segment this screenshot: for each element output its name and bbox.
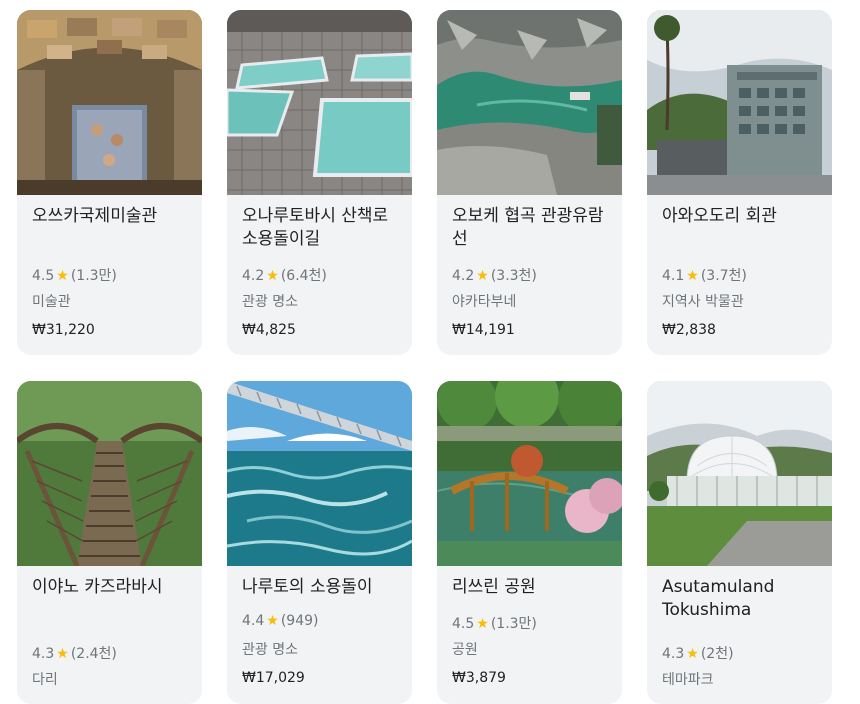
- star-icon: ★: [56, 646, 69, 662]
- place-card[interactable]: 오쓰카국제미술관 4.5 ★ (1.3만) 미술관 ₩31,220: [17, 10, 202, 355]
- place-card[interactable]: 오보케 협곡 관광유람선 4.2 ★ (3.3천) 야카타부네 ₩14,191: [437, 10, 622, 355]
- place-photo: [227, 381, 412, 566]
- place-photo: [227, 10, 412, 195]
- star-icon: ★: [266, 268, 279, 284]
- rating-row: 4.1 ★ (3.7천): [662, 265, 747, 285]
- place-title: 리쓰린 공원: [452, 577, 536, 597]
- place-category: 미술관: [32, 294, 71, 310]
- rating-row: 4.5 ★ (1.3만): [452, 613, 537, 633]
- place-title: 아와오도리 회관: [662, 206, 777, 226]
- star-icon: ★: [266, 613, 279, 629]
- rating-row: 4.4 ★ (949): [242, 613, 318, 629]
- place-title: 오쓰카국제미술관: [32, 206, 158, 226]
- star-icon: ★: [476, 616, 489, 632]
- place-card[interactable]: 나루토의 소용돌이 4.4 ★ (949) 관광 명소 ₩17,029: [227, 381, 412, 704]
- place-photo: [647, 381, 832, 566]
- star-icon: ★: [686, 646, 699, 662]
- place-category: 다리: [32, 672, 58, 688]
- place-photo: [437, 381, 622, 566]
- place-card[interactable]: 리쓰린 공원 4.5 ★ (1.3만) 공원 ₩3,879: [437, 381, 622, 704]
- review-count: (2천): [700, 646, 734, 662]
- place-price: ₩14,191: [452, 322, 515, 338]
- review-count: (1.3만): [490, 616, 537, 632]
- place-photo: [437, 10, 622, 195]
- rating-value: 4.5: [452, 616, 475, 632]
- review-count: (3.3천): [490, 268, 537, 284]
- place-category: 관광 명소: [242, 294, 298, 310]
- place-price: ₩17,029: [242, 670, 305, 686]
- place-photo: [17, 10, 202, 195]
- review-count: (2.4천): [70, 646, 117, 662]
- review-count: (3.7천): [700, 268, 747, 284]
- star-icon: ★: [56, 268, 69, 284]
- place-price: ₩4,825: [242, 322, 296, 338]
- rating-value: 4.2: [452, 268, 475, 284]
- place-title: Asutamuland Tokushima: [662, 577, 775, 620]
- place-title: 나루토의 소용돌이: [242, 577, 373, 597]
- place-card[interactable]: Asutamuland Tokushima 4.3 ★ (2천) 테마파크: [647, 381, 832, 704]
- rating-value: 4.3: [662, 646, 685, 662]
- star-icon: ★: [686, 268, 699, 284]
- rating-row: 4.3 ★ (2천): [662, 643, 734, 663]
- rating-value: 4.4: [242, 613, 265, 629]
- rating-value: 4.1: [662, 268, 685, 284]
- place-photo: [17, 381, 202, 566]
- place-category: 지역사 박물관: [662, 294, 744, 310]
- place-photo: [647, 10, 832, 195]
- place-category: 관광 명소: [242, 642, 298, 658]
- review-count: (1.3만): [70, 268, 117, 284]
- place-title: 오나루토바시 산책로 소용돌이길: [242, 206, 389, 249]
- star-icon: ★: [476, 268, 489, 284]
- rating-value: 4.5: [32, 268, 55, 284]
- place-card[interactable]: 오나루토바시 산책로 소용돌이길 4.2 ★ (6.4천) 관광 명소 ₩4,825: [227, 10, 412, 355]
- rating-row: 4.2 ★ (3.3천): [452, 265, 537, 285]
- place-category: 야카타부네: [452, 294, 517, 310]
- place-category: 테마파크: [662, 672, 714, 688]
- rating-row: 4.5 ★ (1.3만): [32, 265, 117, 285]
- place-title: 이야노 카즈라바시: [32, 577, 163, 597]
- rating-value: 4.3: [32, 646, 55, 662]
- place-card[interactable]: 아와오도리 회관 4.1 ★ (3.7천) 지역사 박물관 ₩2,838: [647, 10, 832, 355]
- place-price: ₩3,879: [452, 670, 506, 686]
- place-title: 오보케 협곡 관광유람선: [452, 206, 604, 249]
- place-category: 공원: [452, 642, 478, 658]
- place-card[interactable]: 이야노 카즈라바시 4.3 ★ (2.4천) 다리: [17, 381, 202, 704]
- rating-row: 4.3 ★ (2.4천): [32, 643, 117, 663]
- place-price: ₩31,220: [32, 322, 95, 338]
- review-count: (949): [280, 613, 319, 629]
- rating-row: 4.2 ★ (6.4천): [242, 265, 327, 285]
- place-price: ₩2,838: [662, 322, 716, 338]
- review-count: (6.4천): [280, 268, 327, 284]
- rating-value: 4.2: [242, 268, 265, 284]
